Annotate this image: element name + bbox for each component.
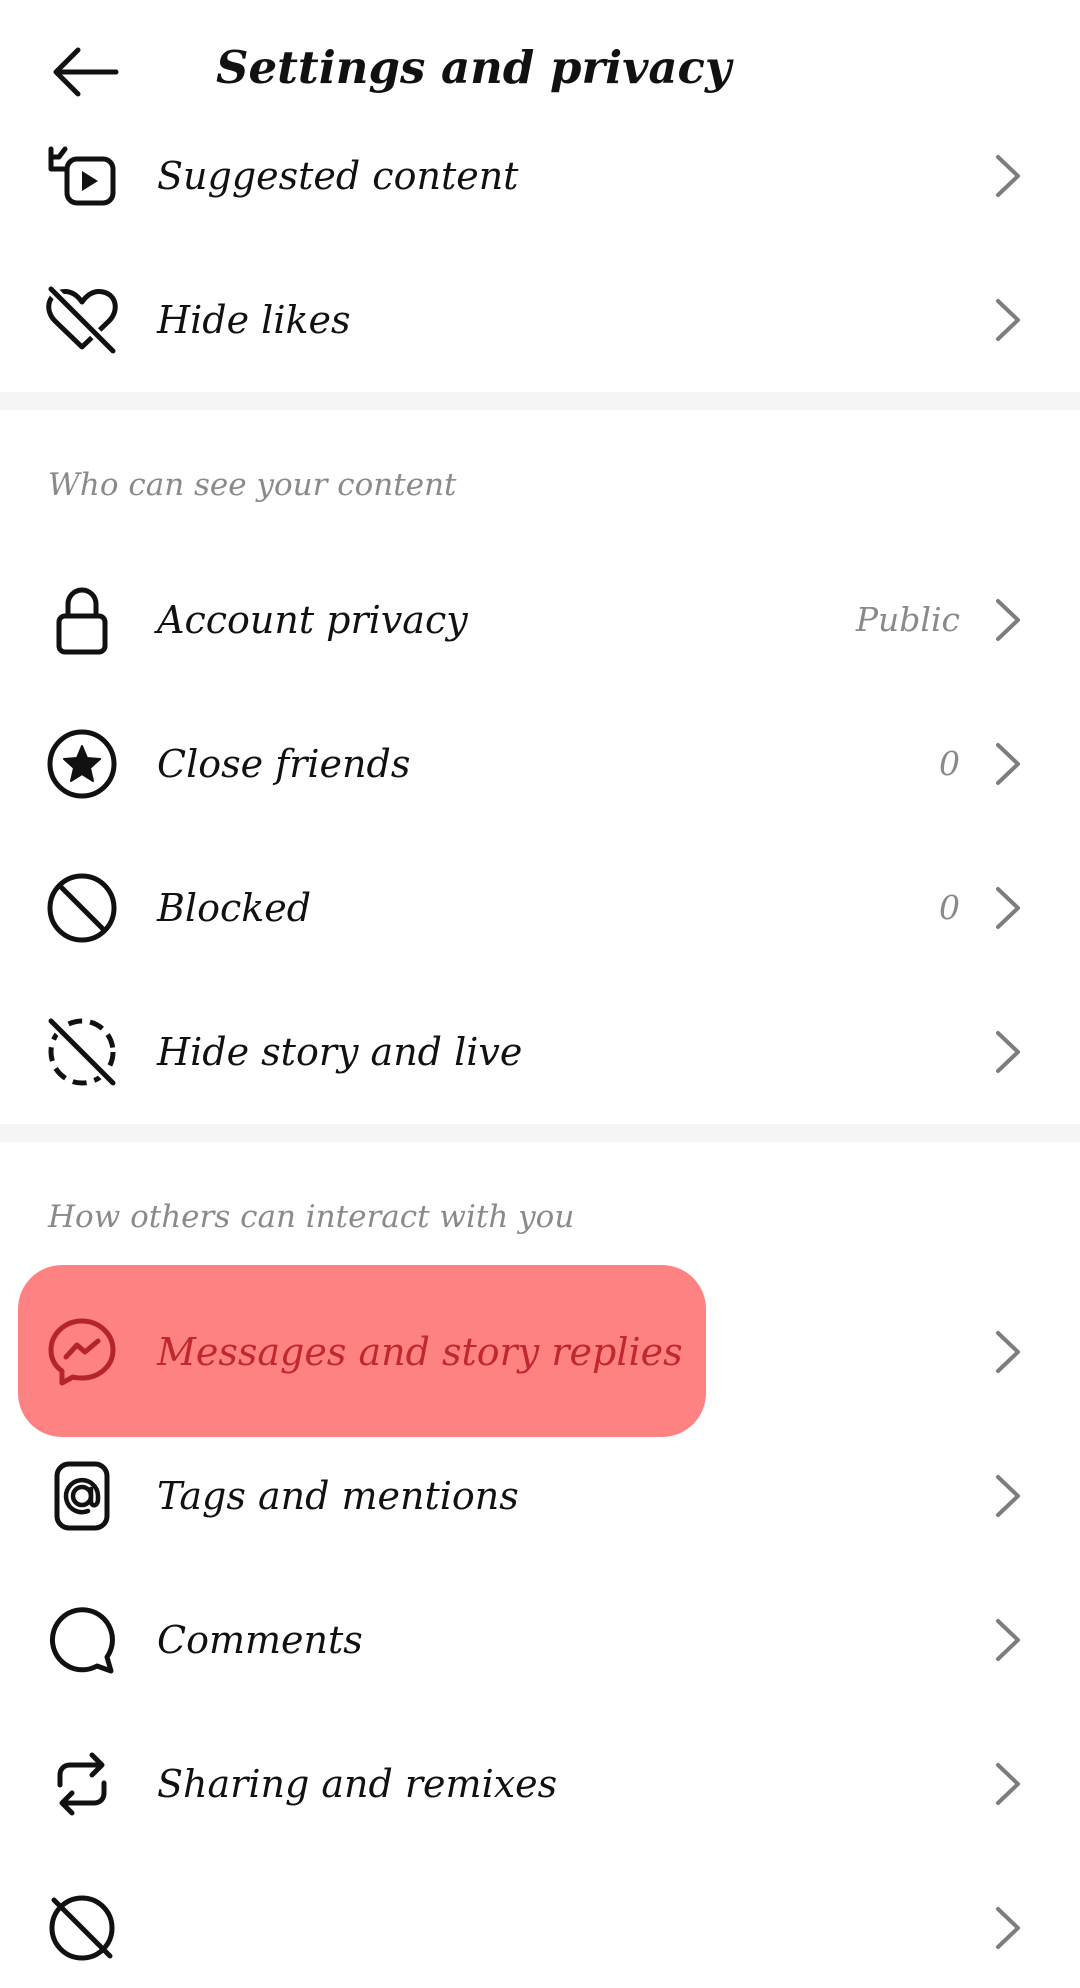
chevron-right-icon [996, 1331, 1020, 1373]
row-hide-likes[interactable]: Hide likes [0, 260, 1080, 380]
section-divider [0, 1124, 1080, 1142]
chevron-right-icon [996, 155, 1020, 197]
hide-likes-icon [44, 284, 120, 356]
row-tags-and-mentions[interactable]: Tags and mentions [0, 1436, 1080, 1556]
row-label: Close friends [157, 742, 411, 786]
chevron-right-icon [996, 887, 1020, 929]
chevron-right-icon [996, 1619, 1020, 1661]
row-label: Tags and mentions [157, 1474, 519, 1518]
row-label: Messages and story replies [157, 1330, 683, 1374]
row-label: Blocked [157, 886, 312, 930]
row-comments[interactable]: Comments [0, 1580, 1080, 1700]
row-label: Comments [157, 1618, 363, 1662]
page-title: Settings and privacy [216, 41, 732, 94]
section-divider [0, 392, 1080, 410]
chevron-right-icon [996, 299, 1020, 341]
section-title-who-can-see: Who can see your content [48, 467, 457, 503]
comment-icon [44, 1604, 120, 1676]
row-label: Account privacy [157, 598, 468, 642]
back-button[interactable] [40, 36, 130, 108]
row-label: Suggested content [157, 154, 519, 198]
chevron-right-icon [996, 1031, 1020, 1073]
row-label: Sharing and remixes [157, 1762, 558, 1806]
row-messages-and-story-replies[interactable]: Messages and story replies [0, 1292, 1080, 1412]
lock-icon [44, 584, 120, 656]
chevron-right-icon [996, 743, 1020, 785]
privacy-status-value: Public [855, 600, 960, 639]
row-suggested-content[interactable]: Suggested content [0, 116, 1080, 236]
row-sharing-and-remixes[interactable]: Sharing and remixes [0, 1724, 1080, 1844]
row-account-privacy[interactable]: Account privacy Public [0, 560, 1080, 680]
share-remix-icon [44, 1748, 120, 1820]
blocked-count: 0 [939, 888, 960, 927]
row-partially-visible[interactable] [0, 1868, 1080, 1988]
suggested-content-icon [44, 140, 120, 212]
row-close-friends[interactable]: Close friends 0 [0, 704, 1080, 824]
section-title-how-others-interact: How others can interact with you [48, 1199, 575, 1235]
chevron-right-icon [996, 1763, 1020, 1805]
row-hide-story-and-live[interactable]: Hide story and live [0, 992, 1080, 1112]
hide-story-icon [44, 1016, 120, 1088]
restricted-icon [44, 1892, 120, 1964]
chevron-right-icon [996, 1907, 1020, 1949]
row-label: Hide likes [157, 298, 351, 342]
blocked-icon [44, 872, 120, 944]
row-label: Hide story and live [157, 1030, 523, 1074]
close-friends-count: 0 [939, 744, 960, 783]
close-friends-star-icon [44, 728, 120, 800]
at-sign-icon [44, 1460, 120, 1532]
arrow-left-icon [53, 47, 119, 97]
chevron-right-icon [996, 1475, 1020, 1517]
chevron-right-icon [996, 599, 1020, 641]
messenger-icon [44, 1316, 120, 1388]
row-blocked[interactable]: Blocked 0 [0, 848, 1080, 968]
